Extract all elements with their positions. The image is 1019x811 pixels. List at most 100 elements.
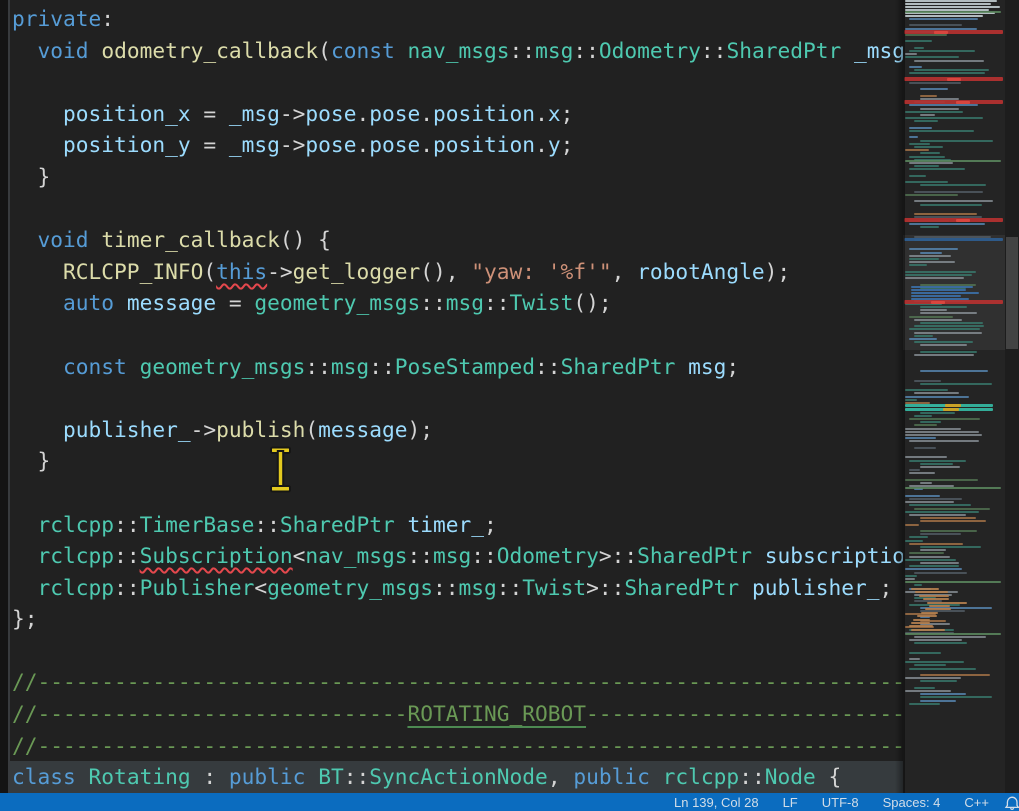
minimap-code-mark bbox=[905, 111, 963, 113]
minimap-code-mark bbox=[920, 696, 992, 698]
status-eol-sequence[interactable]: LF bbox=[783, 795, 798, 810]
code-token: SharedPtr bbox=[624, 575, 739, 600]
minimap-code-mark bbox=[909, 338, 937, 340]
code-token: BT bbox=[318, 764, 344, 789]
minimap-code-mark bbox=[914, 47, 924, 49]
code-editor-area[interactable]: private: void odometry_callback(const na… bbox=[10, 0, 903, 793]
code-line[interactable] bbox=[10, 66, 903, 98]
minimap-code-mark bbox=[905, 160, 1001, 162]
code-token: ; bbox=[726, 354, 739, 379]
code-token: publish bbox=[216, 417, 305, 442]
code-token: ROTATING_ROBOT bbox=[407, 701, 586, 726]
code-token: ; bbox=[880, 575, 893, 600]
code-token: auto bbox=[63, 290, 114, 315]
code-token bbox=[305, 764, 318, 789]
minimap-code-mark bbox=[920, 533, 961, 535]
code-token: -> bbox=[267, 259, 293, 284]
minimap-code-mark bbox=[914, 165, 939, 167]
minimap-code-mark bbox=[920, 351, 977, 353]
minimap-code-mark bbox=[956, 219, 970, 222]
code-line[interactable]: //-----------------------------ROTATING_… bbox=[10, 698, 903, 730]
code-line[interactable]: void odometry_callback(const nav_msgs::m… bbox=[10, 35, 903, 67]
code-token: const bbox=[63, 354, 127, 379]
code-line[interactable] bbox=[10, 477, 903, 509]
code-line[interactable]: auto message = geometry_msgs::msg::Twist… bbox=[10, 287, 903, 319]
minimap-code-mark bbox=[905, 11, 1001, 13]
minimap-code-mark bbox=[920, 152, 940, 154]
code-token bbox=[114, 290, 127, 315]
code-token bbox=[12, 290, 63, 315]
code-line[interactable] bbox=[10, 382, 903, 414]
code-line[interactable]: rclcpp::Subscription<nav_msgs::msg::Odom… bbox=[10, 540, 903, 572]
minimap-code-mark bbox=[929, 605, 950, 607]
code-token: msg bbox=[446, 290, 484, 315]
minimap-code-mark bbox=[914, 146, 943, 148]
code-line[interactable]: //--------------------------------------… bbox=[10, 730, 903, 762]
code-line[interactable]: //--------------------------------------… bbox=[10, 666, 903, 698]
code-line[interactable]: position_y = _msg->pose.pose.position.y; bbox=[10, 129, 903, 161]
minimap-code-mark bbox=[904, 218, 1003, 222]
code-token bbox=[127, 354, 140, 379]
code-token: (), bbox=[420, 259, 471, 284]
code-token: pose bbox=[305, 132, 356, 157]
code-token: SharedPtr bbox=[637, 543, 752, 568]
code-line[interactable]: void timer_callback() { bbox=[10, 224, 903, 256]
code-line[interactable]: } bbox=[10, 445, 903, 477]
code-line[interactable] bbox=[10, 319, 903, 351]
code-line[interactable] bbox=[10, 635, 903, 667]
minimap-code-mark bbox=[920, 482, 932, 484]
minimap-code-mark bbox=[911, 622, 930, 624]
code-line[interactable]: rclcpp::TimerBase::SharedPtr timer_; bbox=[10, 509, 903, 541]
code-token bbox=[752, 543, 765, 568]
minimap-code-mark bbox=[914, 341, 973, 343]
status-indentation[interactable]: Spaces: 4 bbox=[883, 795, 941, 810]
minimap-code-mark bbox=[905, 149, 929, 151]
status-encoding[interactable]: UTF-8 bbox=[822, 795, 859, 810]
code-line[interactable] bbox=[10, 193, 903, 225]
scrollbar-thumb[interactable] bbox=[1006, 237, 1018, 349]
code-token: rclcpp bbox=[38, 575, 115, 600]
minimap-code-mark bbox=[905, 396, 969, 398]
code-token: x bbox=[548, 101, 561, 126]
minimap-code-mark bbox=[909, 175, 926, 177]
minimap[interactable] bbox=[903, 0, 1005, 793]
code-line[interactable]: } bbox=[10, 161, 903, 193]
code-token bbox=[12, 259, 63, 284]
code-line[interactable]: private: bbox=[10, 3, 903, 35]
minimap-code-mark bbox=[909, 469, 920, 471]
code-line[interactable]: RCLCPP_INFO(this->get_logger(), "yaw: '%… bbox=[10, 256, 903, 288]
code-line[interactable]: }; bbox=[10, 603, 903, 635]
code-line[interactable]: rclcpp::Publisher<geometry_msgs::msg::Tw… bbox=[10, 572, 903, 604]
code-line[interactable]: publisher_->publish(message); bbox=[10, 414, 903, 446]
code-line[interactable]: const geometry_msgs::msg::PoseStamped::S… bbox=[10, 351, 903, 383]
code-token: -> bbox=[280, 132, 306, 157]
minimap-code-mark bbox=[923, 598, 949, 600]
minimap-code-mark bbox=[920, 252, 942, 254]
code-token: position_x bbox=[63, 101, 191, 126]
code-token: Twist bbox=[510, 290, 574, 315]
code-token: "yaw: '%f'" bbox=[471, 259, 611, 284]
minimap-code-mark bbox=[904, 30, 1003, 34]
code-token: ---------------------------------------- bbox=[586, 701, 903, 726]
status-language-mode[interactable]: C++ bbox=[964, 795, 989, 810]
minimap-code-mark bbox=[909, 543, 963, 545]
minimap-code-mark bbox=[920, 520, 986, 522]
code-line[interactable]: position_x = _msg->pose.pose.position.x; bbox=[10, 98, 903, 130]
code-token: RCLCPP_INFO bbox=[63, 259, 203, 284]
minimap-code-mark bbox=[920, 680, 957, 682]
minimap-code-mark bbox=[905, 495, 940, 497]
code-token: SharedPtr bbox=[726, 38, 841, 63]
minimap-code-mark bbox=[920, 322, 983, 324]
code-token: ( bbox=[203, 259, 216, 284]
code-token bbox=[12, 354, 63, 379]
code-line[interactable]: class Rotating : public BT::SyncActionNo… bbox=[10, 761, 903, 793]
minimap-code-mark bbox=[909, 639, 962, 641]
code-token bbox=[12, 512, 38, 537]
status-cursor-position[interactable]: Ln 139, Col 28 bbox=[674, 795, 759, 810]
bell-notifications-icon[interactable] bbox=[1004, 795, 1019, 810]
code-token: () { bbox=[280, 227, 331, 252]
minimap-code-mark bbox=[909, 552, 944, 554]
code-token: subscription_ bbox=[765, 543, 903, 568]
minimap-code-mark bbox=[914, 572, 967, 574]
vertical-scrollbar[interactable] bbox=[1005, 0, 1019, 793]
